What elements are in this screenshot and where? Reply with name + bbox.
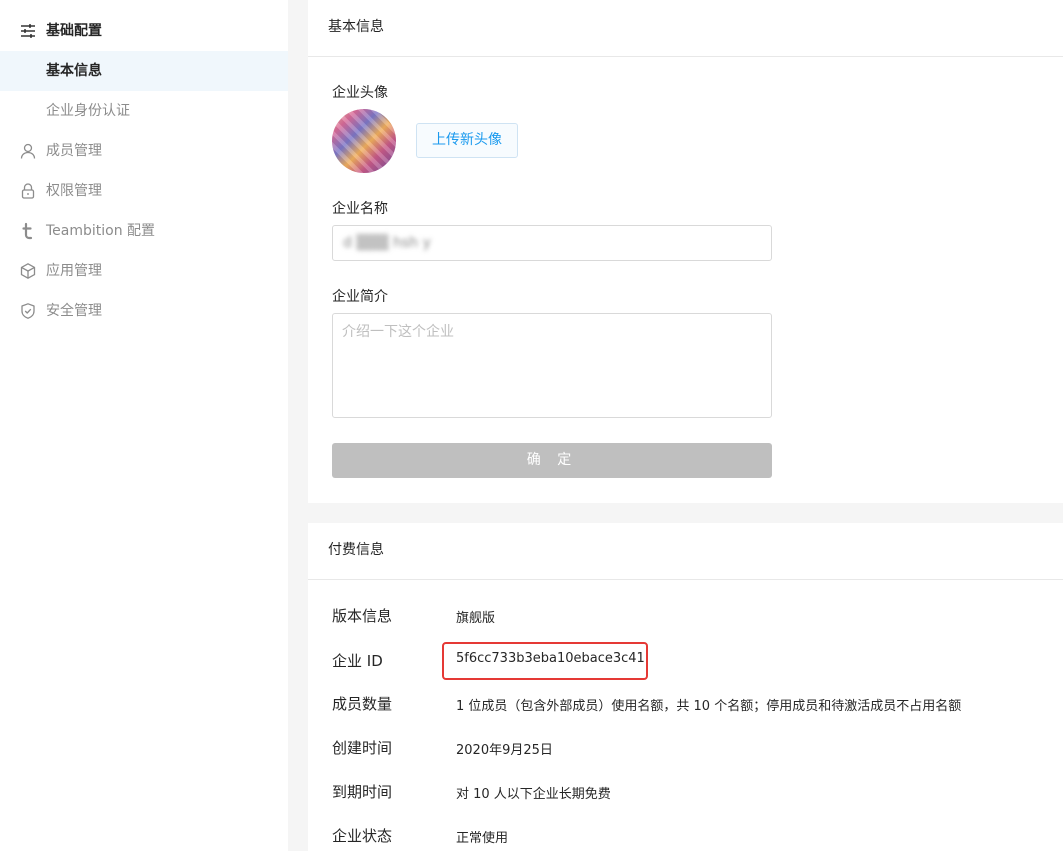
card-title: 基本信息	[328, 19, 384, 35]
card-header: 付费信息	[308, 523, 1063, 580]
confirm-button[interactable]: 确 定	[332, 443, 772, 478]
sidebar-item-label: 成员管理	[46, 143, 102, 159]
cube-icon	[19, 262, 37, 280]
sidebar-item-label: 基本信息	[46, 63, 102, 79]
user-icon	[19, 142, 37, 160]
sidebar-item-teambition-config[interactable]: Teambition 配置	[0, 211, 288, 251]
upload-avatar-button[interactable]: 上传新头像	[416, 123, 518, 158]
company-name-input[interactable]: d ▒▒▒ hsh y	[332, 225, 772, 261]
member-count-value: 1 位成员（包含外部成员）使用名额，共 10 个名额；停用成员和待激活成员不占用…	[456, 699, 962, 714]
basic-info-card: 基本信息 企业头像 上传新头像 企业名称 d ▒▒▒ hsh y 企业简介 介绍…	[308, 0, 1063, 503]
sidebar-item-label: 应用管理	[46, 263, 102, 279]
sidebar-item-label: 企业身份认证	[46, 103, 130, 119]
sidebar-item-label: 基础配置	[46, 23, 102, 39]
sidebar-item-label: 权限管理	[46, 183, 102, 199]
sidebar-item-basic-info[interactable]: 基本信息	[0, 51, 288, 91]
sidebar-item-identity-verification[interactable]: 企业身份认证	[0, 91, 288, 131]
payment-info-card: 付费信息 版本信息 旗舰版 企业 ID 5f6cc733b3eba10ebace…	[308, 523, 1063, 851]
company-id-key: 企业 ID	[332, 652, 383, 670]
edition-value: 旗舰版	[456, 611, 496, 626]
sidebar-item-members[interactable]: 成员管理	[0, 131, 288, 171]
sidebar-item-apps[interactable]: 应用管理	[0, 251, 288, 291]
teambition-icon	[19, 222, 37, 240]
company-status-value: 正常使用	[456, 831, 509, 846]
avatar-label: 企业头像	[332, 85, 388, 101]
company-intro-placeholder: 介绍一下这个企业	[342, 324, 454, 340]
card-header: 基本信息	[308, 0, 1063, 57]
shield-icon	[19, 302, 37, 320]
sidebar-item-permissions[interactable]: 权限管理	[0, 171, 288, 211]
created-time-value: 2020年9月25日	[456, 743, 553, 758]
company-status-key: 企业状态	[332, 827, 393, 845]
sidebar-item-label: 安全管理	[46, 303, 102, 319]
sidebar-item-label: Teambition 配置	[46, 223, 156, 239]
company-id-value: 5f6cc733b3eba10ebace3c41	[456, 651, 645, 666]
expire-time-key: 到期时间	[332, 783, 393, 801]
sliders-icon	[19, 22, 37, 40]
company-avatar	[332, 109, 396, 173]
company-intro-textarea[interactable]: 介绍一下这个企业	[332, 313, 772, 418]
edition-key: 版本信息	[332, 607, 393, 625]
sidebar: 基础配置 基本信息 企业身份认证 成员管理 权限管理 Teambition 配置	[0, 0, 288, 851]
company-name-value: d ▒▒▒ hsh y	[343, 235, 431, 251]
company-name-label: 企业名称	[332, 201, 388, 217]
lock-icon	[19, 182, 37, 200]
expire-time-value: 对 10 人以下企业长期免费	[456, 787, 611, 802]
sidebar-item-security[interactable]: 安全管理	[0, 291, 288, 331]
created-time-key: 创建时间	[332, 739, 393, 757]
company-intro-label: 企业简介	[332, 289, 388, 305]
card-title: 付费信息	[328, 542, 384, 558]
member-count-key: 成员数量	[332, 695, 393, 713]
sidebar-item-basic-config[interactable]: 基础配置	[0, 11, 288, 51]
